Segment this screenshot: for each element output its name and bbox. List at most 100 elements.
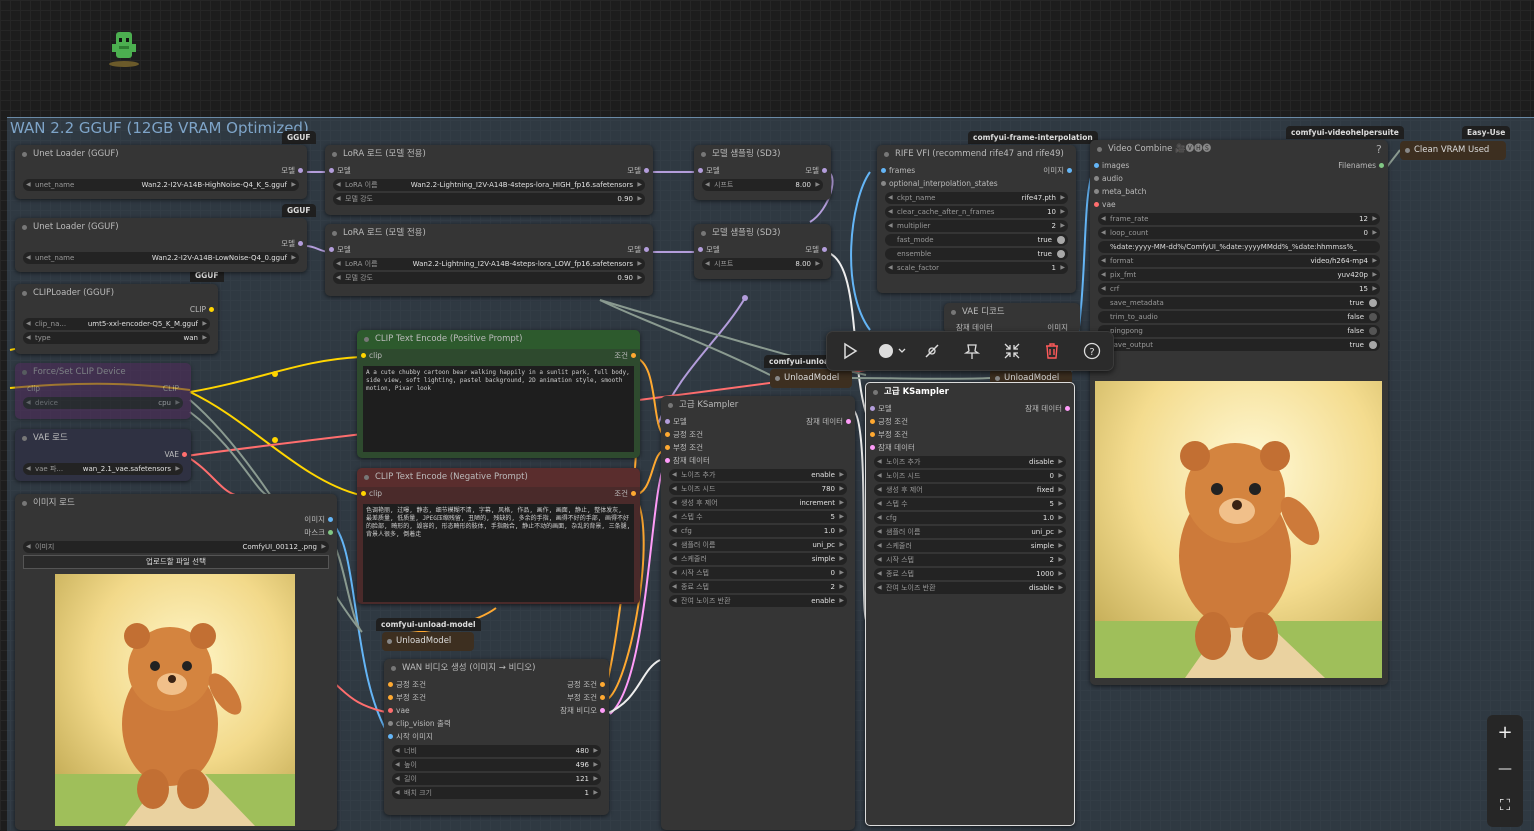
ks-widget[interactable]: 스텝 수5 [874,498,1066,510]
ks-widget[interactable]: 샘플러 이름uni_pc [874,526,1066,538]
clip-loader-gguf[interactable]: CLIPLoader (GGUF) CLIP clip_na...umt5-xx… [15,284,218,354]
collapse-icon[interactable] [1003,342,1021,360]
rife-vfi[interactable]: RIFE VFI (recommend rife47 and rife49) f… [877,145,1076,293]
color-picker-icon[interactable] [877,342,907,360]
unet-name-widget[interactable]: unet_nameWan2.2-I2V-A14B-LowNoise-Q4_0.g… [23,252,299,264]
clean-vram-node[interactable]: Clean VRAM Used [1400,141,1506,160]
node-title: RIFE VFI (recommend rife47 and rife49) [877,145,1076,164]
tag-easy-use: Easy-Use [1462,126,1511,139]
multiplier-widget[interactable]: multiplier2 [885,220,1068,232]
model-sampling-2[interactable]: 모델 샘플링 (SD3) 모델모델 시프트8.00 [694,224,831,279]
clip-text-negative[interactable]: CLIP Text Encode (Negative Prompt) clip 조… [357,468,640,604]
ks-widget[interactable]: 스케줄러simple [874,540,1066,552]
ks-widget[interactable]: 샘플러 이름uni_pc [669,539,847,551]
help-circle-icon[interactable]: ? [1083,342,1101,360]
ks-widget[interactable]: 시작 스텝2 [874,554,1066,566]
batch-widget[interactable]: 배치 크기1 [392,787,601,799]
force-clip-device[interactable]: Force/Set CLIP Device clipCLIP devicecpu [15,363,191,419]
image-select-widget[interactable]: 이미지ComfyUI_00112_.png [23,541,329,553]
ensemble-toggle[interactable]: ensemble true [885,248,1068,260]
unload-model-a[interactable]: UnloadModel [382,632,474,651]
unet-loader-low[interactable]: Unet Loader (GGUF) 모델 unet_nameWan2.2-I2… [15,218,307,272]
fit-view-button[interactable]: ⛶ [1495,795,1515,815]
clear-cache-widget[interactable]: clear_cache_after_n_frames10 [885,206,1068,218]
unet-name-widget[interactable]: unet_nameWan2.2-I2V-A14B-HighNoise-Q4_K_… [23,179,299,191]
ksampler-advanced-1[interactable]: 고급 KSampler 모델 잠재 데이터 긍정 조건 부정 조건 잠재 데이터 … [661,396,855,830]
svg-text:?: ? [1089,347,1094,358]
help-icon[interactable]: ? [1376,143,1382,156]
ksampler-advanced-2[interactable]: 고급 KSampler 모델 잠재 데이터 긍정 조건 부정 조건 잠재 데이터 … [865,382,1075,826]
fast-mode-toggle[interactable]: fast_mode true [885,234,1068,246]
node-title: 고급 KSampler [866,383,1074,402]
lora-strength-widget[interactable]: 모델 강도0.90 [333,272,645,284]
clip-name-widget[interactable]: clip_na...umt5-xxl-encoder-Q5_K_M.gguf [23,318,210,330]
lora-strength-widget[interactable]: 모델 강도0.90 [333,193,645,205]
ks-widget[interactable]: 스텝 수5 [669,511,847,523]
negative-prompt-text[interactable]: 色调艳丽, 过曝, 静态, 细节模糊不清, 字幕, 风格, 作品, 画作, 画面… [363,504,634,602]
ks-widget[interactable]: 노이즈 추가enable [669,469,847,481]
wan-image-to-video[interactable]: WAN 비디오 생성 (이미지 → 비디오) 긍정 조건 긍정 조건 부정 조건 부… [384,659,609,815]
vae-name-widget[interactable]: vae 파...wan_2.1_vae.safetensors [23,463,183,475]
save-output-toggle[interactable]: save_output true [1098,339,1380,351]
video-combine[interactable]: Video Combine 🎥🅥🅗🅢 images Filenames audio… [1090,140,1388,685]
clip-type-widget[interactable]: typewan [23,332,210,344]
ks-widget[interactable]: 잔여 노이즈 반환enable [669,595,847,607]
vae-decode[interactable]: VAE 디코드 잠재 데이터 이미지 [944,303,1080,333]
vae-loader[interactable]: VAE 로드 VAE vae 파...wan_2.1_vae.safetenso… [15,429,191,481]
image-loader[interactable]: 이미지 로드 이미지 마스크 이미지ComfyUI_00112_.png 업로드… [15,494,337,830]
shift-widget[interactable]: 시프트8.00 [702,258,823,270]
ks-widget[interactable]: 종료 스텝1000 [874,568,1066,580]
frame-rate-widget[interactable]: frame_rate12 [1098,213,1380,225]
preview-image-bear [55,574,295,826]
height-widget[interactable]: 높이496 [392,759,601,771]
positive-prompt-text[interactable]: A a cute chubby cartoon bear walking hap… [363,366,634,452]
shift-widget[interactable]: 시프트8.00 [702,179,823,191]
bypass-icon[interactable] [923,342,941,360]
pix-fmt-widget[interactable]: pix_fmtyuv420p [1098,269,1380,281]
node-title: 고급 KSampler [661,396,855,415]
node-title: VAE 로드 [15,429,191,448]
zoom-in-button[interactable]: + [1495,723,1515,743]
filename-prefix-field[interactable]: %date:yyyy-MM-dd%/ComfyUI_%date:yyyyMMdd… [1098,241,1380,253]
pin-icon[interactable] [963,342,981,360]
ks-widget[interactable]: 노이즈 시드0 [874,470,1066,482]
ks-widget[interactable]: 생성 후 제어fixed [874,484,1066,496]
ckpt-widget[interactable]: ckpt_namerife47.pth [885,192,1068,204]
pingpong-toggle[interactable]: pingpong false [1098,325,1380,337]
width-widget[interactable]: 너비480 [392,745,601,757]
lora-name-widget[interactable]: LoRA 이름Wan2.2-Lightning_I2V-A14B-4steps-… [333,179,645,191]
ks-widget[interactable]: cfg1.0 [874,512,1066,524]
play-icon[interactable] [841,342,859,360]
ks-widget[interactable]: cfg1.0 [669,525,847,537]
scale-factor-widget[interactable]: scale_factor1 [885,262,1068,274]
zoom-out-button[interactable]: — [1495,759,1515,779]
lora-name-widget[interactable]: LoRA 이름Wan2.2-Lightning_I2V-A14B-4steps-… [333,258,645,270]
node-title: 이미지 로드 [15,494,337,513]
upload-button[interactable]: 업로드할 파일 선택 [23,555,329,569]
delete-icon[interactable] [1043,342,1061,360]
device-widget[interactable]: devicecpu [23,397,183,409]
length-widget[interactable]: 길이121 [392,773,601,785]
save-metadata-toggle[interactable]: save_metadata true [1098,297,1380,309]
trim-to-audio-toggle[interactable]: trim_to_audio false [1098,311,1380,323]
ks-widget[interactable]: 노이즈 추가disable [874,456,1066,468]
tag-unload: comfyui-unload-model [376,618,481,631]
node-title: LoRA 로드 (모델 전용) [325,145,653,164]
lora-loader-low[interactable]: LoRA 로드 (모델 전용) 모델모델 LoRA 이름Wan2.2-Light… [325,224,653,296]
ks-widget[interactable]: 노이즈 시드780 [669,483,847,495]
lora-loader-high[interactable]: LoRA 로드 (모델 전용) 모델모델 LoRA 이름Wan2.2-Light… [325,145,653,215]
ks-widget[interactable]: 스케줄러simple [669,553,847,565]
ks-widget[interactable]: 종료 스텝2 [669,581,847,593]
ks-widget[interactable]: 잔여 노이즈 반환disable [874,582,1066,594]
crf-widget[interactable]: crf15 [1098,283,1380,295]
clip-text-positive[interactable]: CLIP Text Encode (Positive Prompt) clip 조… [357,330,640,458]
model-sampling-1[interactable]: 모델 샘플링 (SD3) 모델모델 시프트8.00 [694,145,831,200]
ks-widget[interactable]: 시작 스텝0 [669,567,847,579]
unet-loader-high[interactable]: Unet Loader (GGUF) 모델 unet_nameWan2.2-I2… [15,145,307,199]
loop-count-widget[interactable]: loop_count0 [1098,227,1380,239]
unload-model-b[interactable]: UnloadModel [770,369,852,388]
tag-vhs: comfyui-videohelpersuite [1286,126,1404,139]
ks-widget[interactable]: 생성 후 제어increment [669,497,847,509]
tag-gguf-2: GGUF [282,204,316,217]
format-widget[interactable]: formatvideo/h264-mp4 [1098,255,1380,267]
